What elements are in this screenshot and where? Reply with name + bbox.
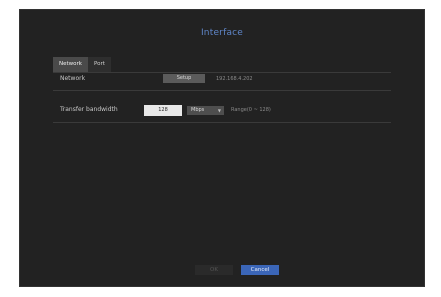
- bandwidth-range-text: Range(0 ~ 128): [231, 107, 271, 113]
- setup-button[interactable]: Setup: [163, 74, 205, 83]
- ip-address-text: 192.168.4.202: [216, 76, 253, 82]
- tab-port[interactable]: Port: [87, 57, 111, 72]
- row-divider: [53, 122, 391, 123]
- bandwidth-unit-value: Mbps: [191, 107, 205, 113]
- interface-dialog: Interface Network Port Network Setup 192…: [19, 9, 425, 287]
- cancel-button[interactable]: Cancel: [241, 265, 279, 275]
- transfer-bandwidth-label: Transfer bandwidth: [60, 106, 118, 113]
- bandwidth-unit-select[interactable]: Mbps ▼: [187, 106, 224, 115]
- ok-button[interactable]: OK: [195, 265, 233, 275]
- network-label: Network: [60, 75, 86, 82]
- row-divider: [53, 90, 391, 91]
- tab-bar: Network Port: [53, 57, 111, 72]
- tab-network[interactable]: Network: [53, 57, 88, 72]
- tab-divider: [53, 72, 391, 73]
- dialog-title: Interface: [200, 28, 244, 38]
- chevron-down-icon: ▼: [217, 108, 221, 113]
- bandwidth-input[interactable]: 128: [144, 105, 182, 116]
